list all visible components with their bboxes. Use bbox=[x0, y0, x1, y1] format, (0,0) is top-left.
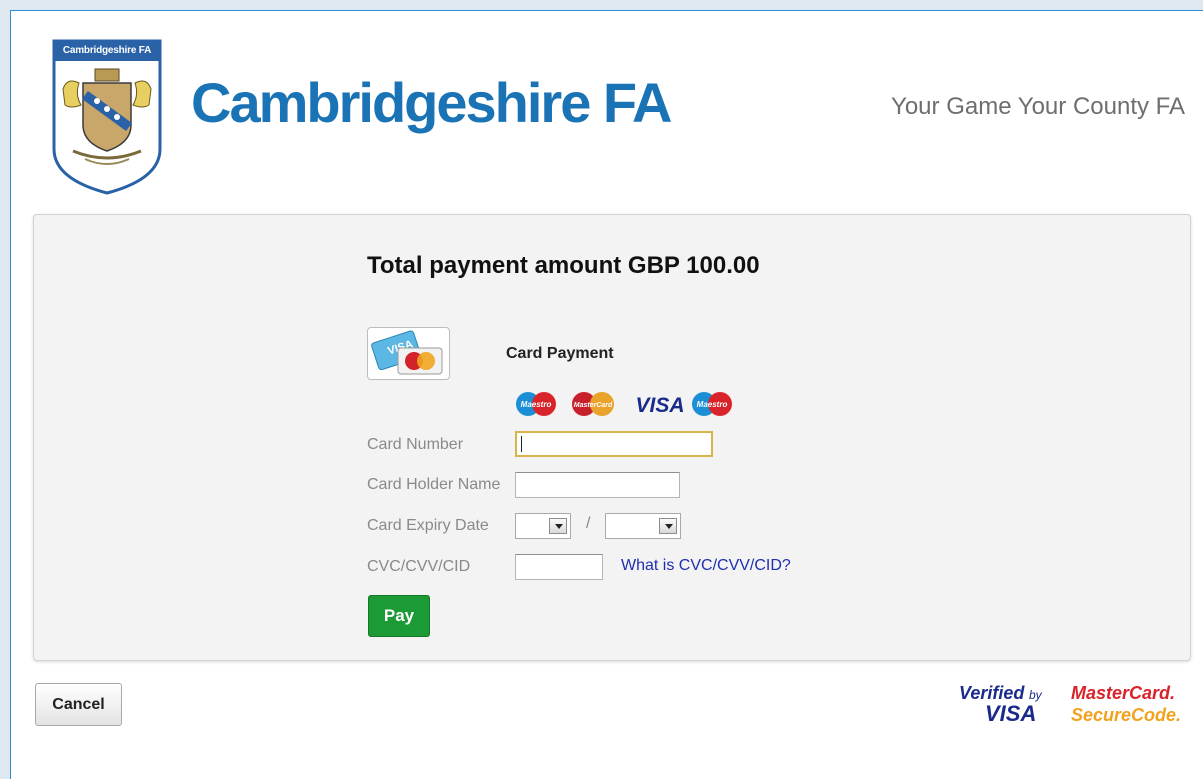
crest-shield-icon bbox=[52, 39, 162, 195]
maestro-logo-icon: Maestro bbox=[516, 392, 556, 416]
card-payment-title: Card Payment bbox=[506, 345, 614, 362]
accepted-card-0: Maestro bbox=[521, 400, 552, 409]
cancel-button[interactable]: Cancel bbox=[35, 683, 122, 726]
payment-panel: Total payment amount GBP 100.00 VISA Car… bbox=[33, 214, 1191, 661]
accepted-card-1: MasterCard bbox=[574, 402, 613, 409]
card-number-label: Card Number bbox=[367, 436, 464, 453]
accepted-card-3: Maestro bbox=[697, 400, 728, 409]
pay-button[interactable]: Pay bbox=[368, 595, 430, 637]
mastercard-securecode-logo: MasterCard. SecureCode. bbox=[1069, 681, 1184, 727]
accepted-cards: Maestro MasterCard VISA Maestro bbox=[514, 389, 734, 419]
expiry-separator: / bbox=[586, 515, 591, 532]
by-text: by bbox=[1029, 688, 1043, 702]
card-number-input[interactable] bbox=[515, 431, 713, 457]
card-holder-name-label: Card Holder Name bbox=[367, 476, 501, 493]
card-expiry-date-label: Card Expiry Date bbox=[367, 517, 489, 534]
expiry-month-select[interactable] bbox=[515, 513, 571, 539]
text-caret bbox=[521, 436, 522, 452]
mastercard-text: MasterCard. bbox=[1071, 683, 1175, 703]
mastercard-logo-icon: MasterCard bbox=[572, 392, 614, 416]
chevron-down-icon[interactable] bbox=[549, 518, 567, 534]
verified-text: Verified bbox=[959, 683, 1025, 703]
cvc-label: CVC/CVV/CID bbox=[367, 558, 471, 575]
verified-by-visa-logo: Verified by VISA bbox=[957, 681, 1057, 727]
securecode-text: SecureCode. bbox=[1071, 705, 1181, 725]
payment-page: Cambridgeshire FA Cambridgeshire FA Your… bbox=[10, 10, 1203, 779]
visa-logo-icon: VISA bbox=[635, 394, 684, 417]
chevron-down-icon[interactable] bbox=[659, 518, 677, 534]
brand-name: Cambridgeshire FA bbox=[191, 71, 672, 134]
cambridgeshire-fa-crest: Cambridgeshire FA bbox=[51, 39, 163, 195]
cvc-input[interactable] bbox=[515, 554, 603, 580]
accepted-card-2: VISA bbox=[635, 394, 684, 417]
visa-text: VISA bbox=[985, 701, 1036, 726]
crest-label: Cambridgeshire FA bbox=[62, 45, 152, 56]
what-is-cvc-link[interactable]: What is CVC/CVV/CID? bbox=[621, 557, 791, 575]
tagline: Your Game Your County FA bbox=[891, 93, 1185, 120]
maestro-logo-icon: Maestro bbox=[692, 392, 732, 416]
card-payment-icon: VISA bbox=[367, 327, 450, 380]
total-payment-amount: Total payment amount GBP 100.00 bbox=[367, 252, 760, 279]
card-holder-name-input[interactable] bbox=[515, 472, 680, 498]
expiry-year-select[interactable] bbox=[605, 513, 681, 539]
